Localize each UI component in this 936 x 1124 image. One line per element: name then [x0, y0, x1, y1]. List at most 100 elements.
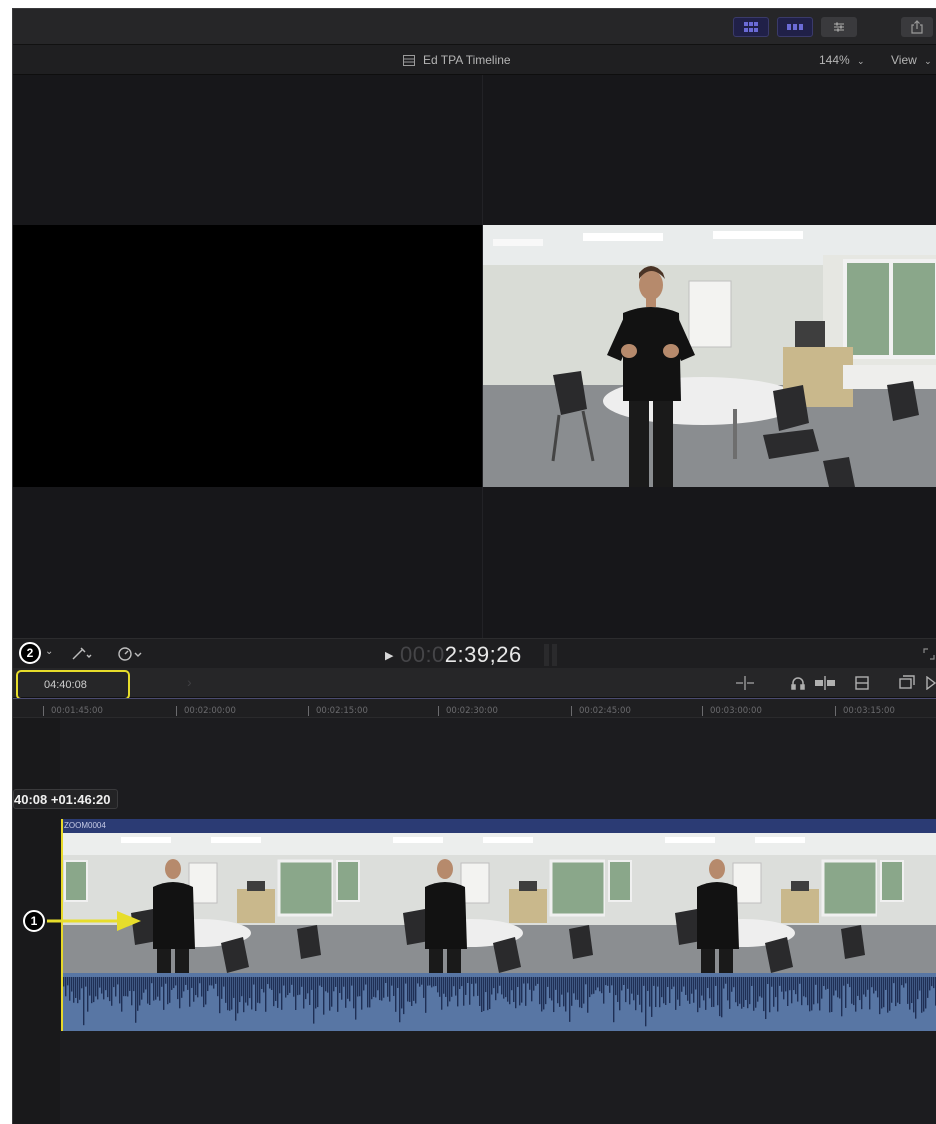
- waveform-bar: [627, 977, 629, 989]
- waveform-bar: [835, 977, 837, 991]
- chevron-right-icon[interactable]: ›: [187, 674, 192, 690]
- timecode-display[interactable]: ▶ 00:0 2:39;26: [385, 642, 558, 668]
- waveform-bar: [905, 977, 907, 984]
- speedometer-icon[interactable]: [117, 646, 145, 662]
- waveform-bar: [817, 977, 819, 1004]
- waveform-bar: [111, 977, 113, 1006]
- waveform-bar: [623, 977, 625, 985]
- waveform-bar: [489, 977, 491, 1010]
- waveform-bar: [685, 977, 687, 995]
- waveform-bar: [797, 977, 799, 1002]
- clip-title-bar: ZOOM0004: [61, 819, 936, 833]
- view-menu[interactable]: View ⌄: [891, 53, 932, 67]
- waveform-bar: [77, 977, 79, 1004]
- waveform-bar: [771, 977, 773, 987]
- waveform-bar: [431, 977, 433, 988]
- classroom-video-image: [483, 225, 936, 487]
- clip-appearance-icon[interactable]: [855, 676, 869, 690]
- waveform-bar: [361, 977, 363, 1010]
- waveform-bar: [65, 977, 67, 997]
- magic-wand-icon[interactable]: [71, 647, 93, 661]
- waveform-bar: [553, 977, 555, 1013]
- share-button[interactable]: [901, 17, 933, 37]
- skimmer-tooltip: 40:08 +01:46:20: [13, 789, 118, 809]
- waveform-bar: [485, 977, 487, 993]
- waveform-bar: [307, 977, 309, 994]
- waveform-bar: [399, 977, 401, 1023]
- timeline-area[interactable]: 40:08 +01:46:20 ZOOM0004 1: [13, 718, 936, 1124]
- waveform-bar: [793, 977, 795, 991]
- waveform-bar: [349, 977, 351, 1002]
- waveform-bar: [519, 977, 521, 1006]
- waveform-bar: [657, 977, 659, 987]
- video-clip[interactable]: ZOOM0004: [59, 819, 936, 1031]
- waveform-bar: [813, 977, 815, 1005]
- waveform-bar: [823, 977, 825, 987]
- waveform-bar: [345, 977, 347, 1008]
- waveform-bar: [257, 977, 259, 1003]
- waveform-bar: [853, 977, 855, 1006]
- waveform-bar: [343, 977, 345, 987]
- chevron-down-icon[interactable]: ⌄: [45, 646, 53, 657]
- left-video-frame: [13, 225, 482, 487]
- waveform-bar: [755, 977, 757, 1008]
- waveform-bar: [239, 977, 241, 1003]
- share-icon: [911, 20, 923, 34]
- waveform-bar: [317, 977, 319, 1008]
- waveform-bar: [107, 977, 109, 998]
- waveform-bar: [933, 977, 935, 989]
- timeline-duration[interactable]: 04:40:08: [16, 670, 130, 700]
- waveform-bar: [263, 977, 265, 993]
- waveform-bar: [225, 977, 227, 1003]
- timeline-ruler[interactable]: 00:01:45:00 00:02:00:00 00:02:15:00 00:0…: [13, 698, 936, 718]
- timeline-duration-value: 04:40:08: [44, 679, 87, 691]
- snapping-icon[interactable]: [815, 676, 835, 690]
- waveform-bar: [561, 977, 563, 995]
- waveform-bar: [569, 977, 571, 1022]
- waveform-bar: [483, 977, 485, 1011]
- browser-toggle-button[interactable]: [733, 17, 769, 37]
- waveform-bar: [749, 977, 751, 1005]
- waveform-bar: [919, 977, 921, 991]
- play-icon[interactable]: ▶: [385, 649, 394, 662]
- fullscreen-icon[interactable]: [923, 648, 935, 660]
- waveform-bar: [497, 977, 499, 994]
- effects-browser-icon[interactable]: [899, 675, 915, 689]
- chevron-down-icon: ⌄: [924, 56, 932, 66]
- waveform-bar: [913, 977, 915, 1013]
- inspector-toggle-button[interactable]: [821, 17, 857, 37]
- waveform-bar: [453, 977, 455, 987]
- waveform-bar: [637, 977, 639, 995]
- waveform-bar: [733, 977, 735, 988]
- waveform-bar: [401, 977, 403, 1009]
- headphones-icon[interactable]: [791, 676, 805, 690]
- viewer-canvas[interactable]: [13, 75, 936, 638]
- transitions-browser-icon[interactable]: [925, 676, 936, 690]
- waveform-bar: [157, 977, 159, 997]
- waveform-bar: [911, 977, 913, 1004]
- waveform-bar: [727, 977, 729, 1001]
- waveform-bar: [653, 977, 655, 986]
- waveform-bar: [915, 977, 917, 1019]
- waveform-bar: [193, 977, 195, 1002]
- waveform-bar: [313, 977, 315, 1024]
- waveform-bar: [921, 977, 923, 1013]
- waveform-bar: [241, 977, 243, 997]
- skimmer-tooltip-text: 40:08 +01:46:20: [14, 792, 111, 807]
- waveform-bar: [731, 977, 733, 992]
- waveform-bar: [641, 977, 643, 1013]
- waveform-bar: [725, 977, 727, 984]
- waveform-bar: [917, 977, 919, 1000]
- waveform-bar: [487, 977, 489, 1011]
- waveform-bar: [539, 977, 541, 1005]
- waveform-bar: [739, 977, 741, 1004]
- skimming-icon[interactable]: [735, 676, 755, 690]
- waveform-bar: [419, 977, 421, 987]
- waveform-bar: [397, 977, 399, 989]
- timeline-toggle-button[interactable]: [777, 17, 813, 37]
- waveform-bar: [273, 977, 275, 1007]
- waveform-bar: [101, 977, 103, 994]
- waveform-bar: [873, 977, 875, 994]
- zoom-menu[interactable]: 144% ⌄: [819, 53, 865, 67]
- waveform-bar: [389, 977, 391, 1002]
